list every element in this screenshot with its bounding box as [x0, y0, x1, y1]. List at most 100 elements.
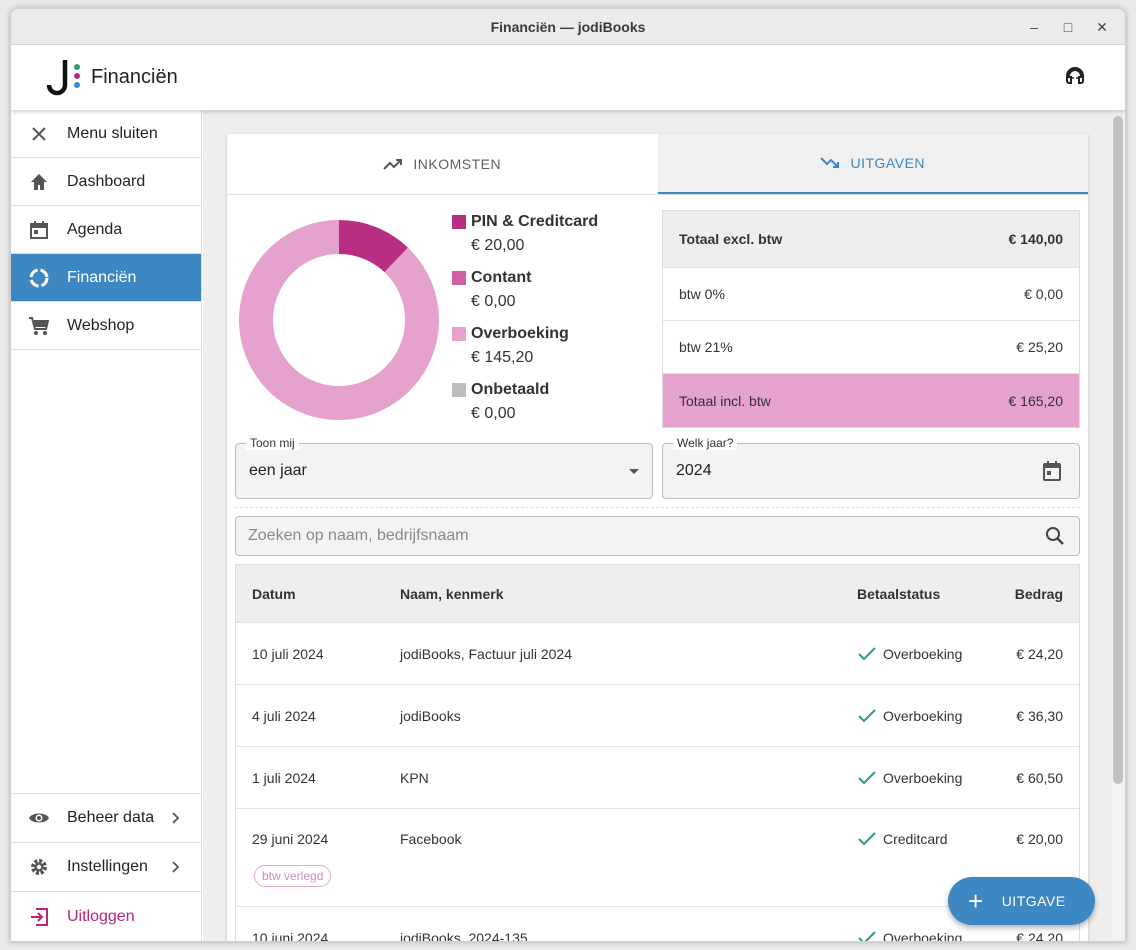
table-row[interactable]: 1 juli 2024 KPN Overboeking € 60,50: [236, 747, 1079, 809]
row-amount: € 24,20: [1016, 929, 1063, 942]
sidebar-item-financien[interactable]: Financiën: [11, 254, 201, 302]
year-picker-value: 2024: [676, 462, 712, 479]
header-date[interactable]: Datum: [236, 586, 400, 602]
row-name: jodiBooks, 2024-135: [400, 929, 528, 942]
calendar-icon: [30, 220, 48, 239]
search-icon[interactable]: [1045, 526, 1065, 546]
calendar-icon[interactable]: [1043, 461, 1061, 481]
table-row[interactable]: 10 juli 2024 jodiBooks, Factuur juli 202…: [236, 623, 1079, 685]
legend-value: € 20,00: [471, 237, 525, 254]
row-amount: € 20,00: [1016, 831, 1063, 847]
chevron-right-icon: [172, 812, 180, 824]
legend-swatch: [452, 271, 466, 285]
finance-card: INKOMSTEN UITGAVEN PIN & Creditcard € 20…: [227, 134, 1088, 941]
minimize-button[interactable]: –: [1017, 19, 1051, 35]
total-label: Totaal incl. btw: [679, 392, 771, 409]
total-value: € 25,20: [1016, 339, 1063, 355]
window-controls: – □ ✕: [1017, 9, 1119, 45]
sidebar-item-label: Dashboard: [67, 172, 146, 190]
scrollbar[interactable]: [1111, 110, 1125, 941]
trending-up-icon: [383, 159, 403, 170]
sidebar-item-label: Webshop: [67, 316, 135, 334]
total-value: € 0,00: [1024, 286, 1063, 302]
sidebar: Menu sluiten Dashboard Agenda Financiën …: [11, 110, 202, 941]
legend-name: Onbetaald: [471, 381, 550, 398]
check-icon: [858, 646, 876, 660]
row-status: Creditcard: [883, 831, 948, 847]
row-date: 1 juli 2024: [252, 769, 316, 786]
legend-entry: Overboeking € 145,20: [452, 322, 598, 378]
title-bar: Financiën — jodiBooks – □ ✕: [11, 9, 1125, 45]
check-icon: [858, 930, 876, 941]
row-name: jodiBooks, Factuur juli 2024: [400, 645, 572, 662]
trending-down-icon: [820, 157, 840, 168]
maximize-button[interactable]: □: [1051, 19, 1085, 35]
legend-entry: Contant € 0,00: [452, 266, 598, 322]
add-expense-button[interactable]: + UITGAVE: [948, 877, 1095, 925]
row-date: 29 juni 2024: [252, 831, 329, 847]
donut-slice: [238, 220, 439, 420]
payment-donut-chart: [238, 220, 439, 420]
headset-icon[interactable]: [1063, 65, 1087, 89]
search-input[interactable]: [248, 517, 1028, 555]
dropdown-arrow-icon: [629, 469, 639, 474]
main-content: INKOMSTEN UITGAVEN PIN & Creditcard € 20…: [203, 110, 1111, 941]
table-row[interactable]: 4 juli 2024 jodiBooks Overboeking € 36,3…: [236, 685, 1079, 747]
sidebar-item-agenda[interactable]: Agenda: [11, 206, 201, 254]
jodibooks-logo: [46, 60, 80, 96]
row-amount: € 36,30: [1016, 707, 1063, 724]
sidebar-item-menu-close[interactable]: Menu sluiten: [11, 110, 201, 158]
row-amount: € 60,50: [1016, 769, 1063, 786]
legend-value: € 0,00: [471, 293, 516, 310]
divider: [235, 507, 1080, 508]
sidebar-item-label: Menu sluiten: [67, 124, 158, 142]
scrollbar-thumb[interactable]: [1113, 116, 1123, 784]
tab-inkomsten[interactable]: INKOMSTEN: [227, 134, 658, 194]
period-select[interactable]: Toon mij een jaar: [235, 436, 653, 499]
sidebar-item-uitloggen[interactable]: Uitloggen: [11, 892, 201, 941]
legend-swatch: [452, 215, 466, 229]
row-date: 10 juni 2024: [252, 929, 329, 942]
payment-legend: PIN & Creditcard € 20,00 Contant € 0,00 …: [452, 210, 598, 434]
plus-icon: +: [968, 886, 984, 916]
sidebar-item-beheer-data[interactable]: Beheer data: [11, 794, 201, 843]
header-name[interactable]: Naam, kenmerk: [400, 586, 857, 602]
app-bar: Financiën: [11, 45, 1125, 110]
legend-swatch: [452, 383, 466, 397]
legend-value: € 145,20: [471, 349, 534, 366]
close-window-button[interactable]: ✕: [1085, 19, 1119, 36]
total-incl-row: Totaal incl. btw € 165,20: [663, 374, 1079, 427]
row-date: 4 juli 2024: [252, 707, 316, 724]
chevron-right-icon: [172, 861, 180, 873]
total-value: € 140,00: [1008, 231, 1064, 247]
row-status: Overboeking: [883, 707, 963, 724]
eye-icon: [29, 813, 49, 823]
header-status[interactable]: Betaalstatus: [857, 586, 997, 602]
totals-table: Totaal excl. btw € 140,00 btw 0% € 0,00 …: [662, 210, 1080, 428]
tab-uitgaven[interactable]: UITGAVEN: [657, 134, 1088, 194]
window-title: Financiën — jodiBooks: [490, 18, 646, 35]
add-expense-label: UITGAVE: [1001, 893, 1066, 909]
sidebar-item-instellingen[interactable]: Instellingen: [11, 843, 201, 892]
row-name: Facebook: [400, 831, 462, 847]
header-amount[interactable]: Bedrag: [997, 586, 1079, 602]
sidebar-bottom: Beheer data Instellingen Uitloggen: [11, 793, 201, 941]
sidebar-item-webshop[interactable]: Webshop: [11, 302, 201, 350]
btw-verlegd-badge: btw verlegd: [254, 865, 332, 887]
tab-label: UITGAVEN: [850, 155, 926, 171]
app-window: Financiën — jodiBooks – □ ✕ Financiën Me…: [10, 8, 1126, 942]
total-excl-row: Totaal excl. btw € 140,00: [663, 211, 1079, 268]
sidebar-item-dashboard[interactable]: Dashboard: [11, 158, 201, 206]
table-header: Datum Naam, kenmerk Betaalstatus Bedrag: [236, 565, 1079, 623]
check-icon: [858, 708, 876, 722]
legend-value: € 0,00: [471, 405, 516, 422]
row-name: jodiBooks: [400, 707, 461, 724]
cart-icon: [29, 316, 50, 335]
year-picker[interactable]: Welk jaar? 2024: [662, 436, 1080, 499]
sidebar-item-label: Instellingen: [67, 858, 148, 875]
sidebar-item-label: Financiën: [67, 268, 137, 286]
legend-name: Overboeking: [471, 325, 569, 342]
sidebar-item-label: Agenda: [67, 220, 123, 238]
legend-entry: PIN & Creditcard € 20,00: [452, 210, 598, 266]
page-title: Financiën: [91, 66, 178, 88]
